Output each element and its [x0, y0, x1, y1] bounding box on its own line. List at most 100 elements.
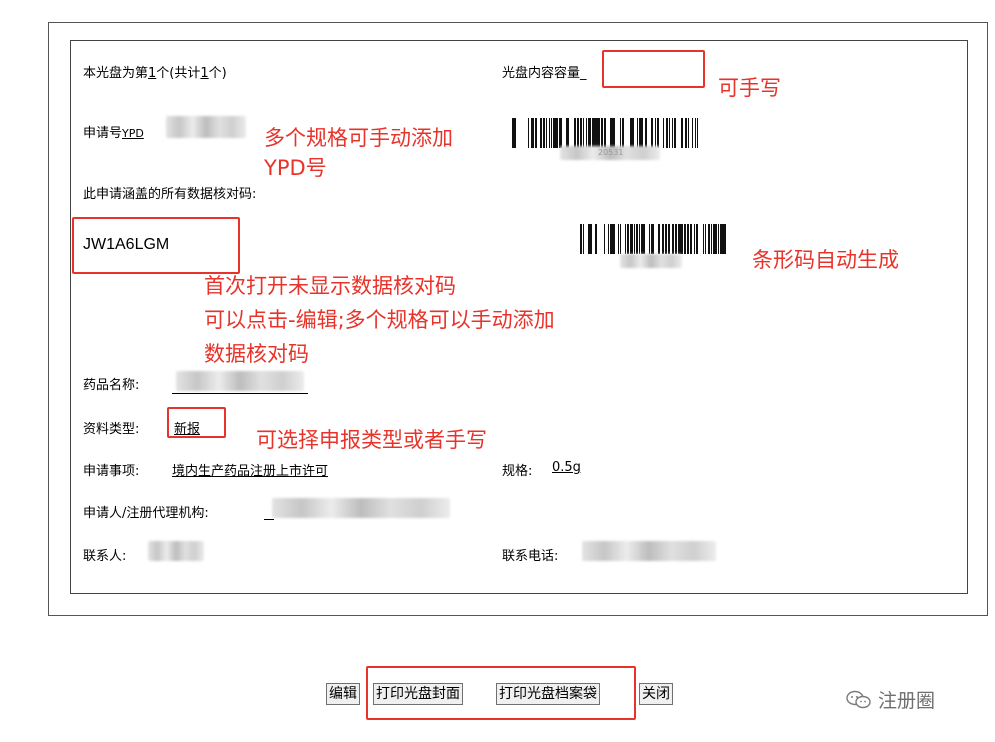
barcode-bar	[623, 118, 624, 148]
barcode-bar	[663, 118, 664, 148]
barcode-bar	[634, 224, 635, 254]
content-capacity-value[interactable]: _	[580, 66, 587, 81]
barcode-bar	[688, 118, 689, 148]
barcode-bar	[622, 118, 623, 148]
barcode-bar	[681, 224, 683, 254]
barcode-application-no	[512, 118, 698, 148]
barcode-bar	[632, 118, 633, 148]
close-button[interactable]: 关闭	[639, 683, 673, 705]
barcode-bar	[577, 118, 578, 148]
edit-button[interactable]: 编辑	[326, 683, 360, 705]
barcode-bar	[657, 118, 659, 148]
barcode-bar	[574, 118, 575, 148]
spec-value[interactable]: 0.5g	[552, 460, 581, 475]
application-no-value[interactable]: YPD	[122, 127, 144, 140]
barcode-digits: 20531	[598, 148, 624, 157]
barcode-bar	[595, 224, 597, 254]
barcode-bar	[610, 224, 612, 254]
barcode-bar	[681, 118, 683, 148]
barcode-bar	[672, 118, 673, 148]
barcode-bar	[680, 224, 681, 254]
barcode-bar	[690, 224, 691, 254]
barcode-bar	[620, 118, 621, 148]
annotation-check-code-1: 首次打开未显示数据核对码	[204, 274, 456, 298]
disc-count-line: 本光盘为第1个(共计1个)	[83, 66, 227, 81]
blurred-barcode2-digits	[620, 254, 682, 268]
wechat-icon	[846, 690, 871, 709]
barcode-bar	[532, 118, 534, 148]
barcode-bar	[687, 224, 689, 254]
phone-label: 联系电话:	[502, 549, 559, 564]
application-item-value[interactable]: 境内生产药品注册上市许可	[172, 460, 328, 479]
barcode-bar	[627, 224, 629, 254]
barcode-bar	[614, 118, 615, 148]
barcode-bar	[608, 224, 609, 254]
barcode-bar	[515, 118, 516, 148]
barcode-bar	[588, 224, 590, 254]
material-type-label: 资料类型:	[83, 422, 140, 437]
barcode-bar	[643, 224, 645, 254]
barcode-bar	[722, 224, 724, 254]
barcode-bar	[601, 118, 603, 148]
barcode-bar	[555, 118, 557, 148]
barcode-bar	[684, 224, 686, 254]
barcode-bar	[566, 118, 567, 148]
barcode-bar	[543, 118, 545, 148]
barcode-bar	[637, 118, 638, 148]
barcode-bar	[649, 224, 650, 254]
content-capacity-label: 光盘内容容量_	[502, 66, 587, 81]
annotation-multi-spec-1: 多个规格可手动添加	[264, 126, 453, 150]
barcode-bar	[669, 118, 670, 148]
barcode-bar	[536, 118, 537, 148]
barcode-bar	[640, 118, 641, 148]
barcode-bar	[705, 224, 706, 254]
barcode-bar	[662, 224, 664, 254]
barcode-bar	[595, 118, 597, 148]
barcode-bar	[665, 224, 666, 254]
barcode-bar	[633, 118, 634, 148]
barcode-bar	[645, 118, 646, 148]
barcode-bar	[625, 224, 626, 254]
blurred-contact	[148, 541, 204, 561]
barcode-bar	[599, 118, 600, 148]
watermark: 注册圈	[846, 686, 935, 713]
application-item-label: 申请事项:	[83, 464, 140, 479]
barcode-bar	[597, 118, 599, 148]
barcode-bar	[720, 224, 722, 254]
barcode-bar	[696, 224, 697, 254]
annotation-check-code-2: 可以点击-编辑;多个规格可以手动添加	[204, 308, 555, 332]
barcode-bar	[540, 118, 542, 148]
barcode-bar	[666, 224, 667, 254]
barcode-bar	[669, 224, 670, 254]
barcode-bar	[610, 118, 612, 148]
barcode-bar	[639, 224, 640, 254]
barcode-bar	[678, 224, 680, 254]
barcode-bar	[691, 224, 692, 254]
barcode-bar	[658, 224, 660, 254]
barcode-bar	[641, 118, 643, 148]
barcode-bar	[590, 224, 592, 254]
barcode-bar	[713, 224, 715, 254]
barcode-bar	[613, 224, 615, 254]
barcode-bar	[641, 224, 643, 254]
barcode-bar	[575, 118, 576, 148]
barcode-bar	[674, 118, 676, 148]
barcode-bar	[725, 224, 726, 254]
barcode-bar	[604, 118, 605, 148]
barcode-bar	[636, 224, 638, 254]
barcode-bar	[703, 224, 704, 254]
watermark-text: 注册圈	[878, 690, 936, 712]
barcode-bar	[667, 118, 668, 148]
blurred-applicant	[272, 498, 450, 518]
barcode-bar	[535, 118, 536, 148]
contact-label: 联系人:	[83, 549, 127, 564]
application-no-label: 申请号YPD	[83, 126, 144, 141]
barcode-bar	[553, 118, 554, 148]
barcode-bar	[567, 118, 569, 148]
barcode-bar	[692, 118, 693, 148]
check-code-highlight-box	[72, 217, 240, 274]
blurred-phone	[582, 541, 716, 561]
barcode-bar	[685, 118, 686, 148]
barcode-bar	[675, 224, 677, 254]
barcode-bar	[672, 224, 673, 254]
